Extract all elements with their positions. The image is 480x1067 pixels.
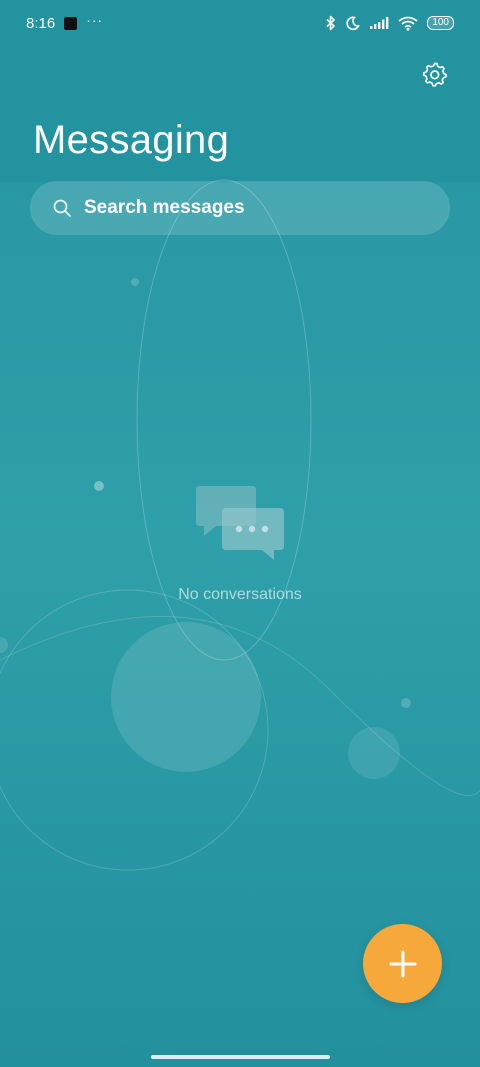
page-title: Messaging — [33, 118, 230, 162]
decor-dot — [401, 698, 411, 708]
battery-icon: 100 — [427, 16, 454, 30]
decor-dot — [94, 481, 104, 491]
chat-bubbles-icon — [196, 486, 284, 560]
new-message-button[interactable] — [363, 924, 442, 1003]
search-bar[interactable] — [30, 181, 450, 235]
status-time: 8:16 — [26, 14, 56, 32]
search-input[interactable] — [84, 197, 414, 219]
signal-icon — [370, 17, 389, 29]
decor-dot — [131, 278, 139, 286]
decor-curve — [0, 616, 480, 797]
decor-bubble — [0, 637, 8, 653]
status-right: 100 — [326, 15, 454, 31]
status-bar: 8:16 ··· 100 — [0, 0, 480, 46]
app-notification-icon — [64, 16, 78, 30]
settings-button[interactable] — [420, 60, 450, 90]
decor-bubble — [348, 727, 400, 779]
more-notifications-icon: ··· — [86, 12, 104, 28]
home-indicator[interactable] — [151, 1055, 330, 1059]
status-left: 8:16 ··· — [26, 12, 104, 32]
decor-ring — [0, 589, 269, 871]
empty-state-text: No conversations — [178, 586, 302, 603]
decor-bubble — [111, 622, 261, 772]
gear-icon — [422, 62, 447, 87]
wifi-icon — [398, 16, 418, 31]
do-not-disturb-moon-icon — [346, 16, 361, 30]
plus-icon — [389, 950, 416, 977]
bluetooth-icon — [326, 15, 336, 31]
search-icon — [51, 197, 73, 219]
